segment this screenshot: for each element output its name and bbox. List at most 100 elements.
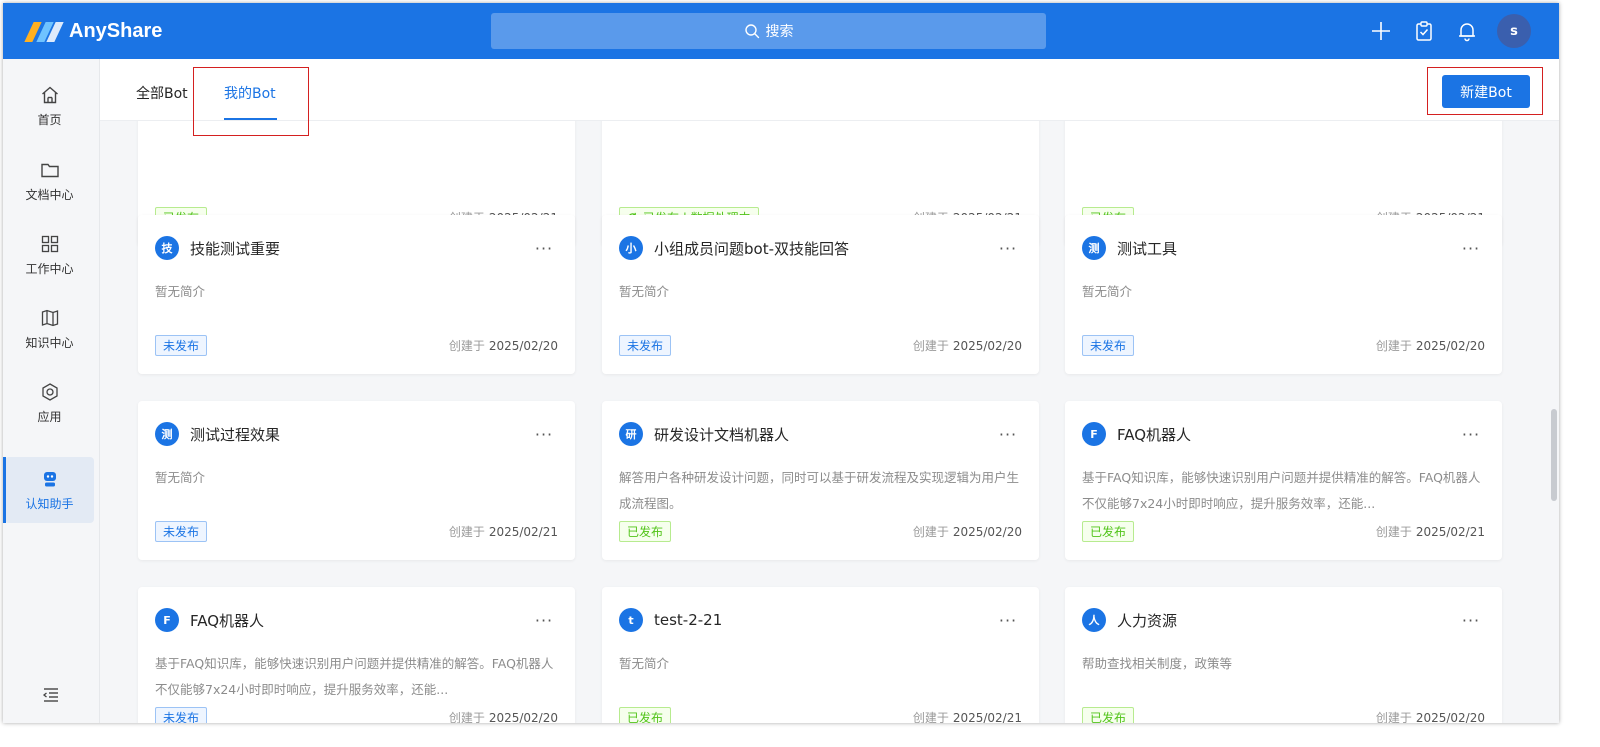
bot-title[interactable]: 研发设计文档机器人 xyxy=(654,424,789,445)
created-date-value: 2025/02/21 xyxy=(1415,524,1485,539)
created-prefix: 创建于 xyxy=(1375,524,1412,539)
search-bar[interactable]: 搜索 xyxy=(491,13,1046,49)
sidebar-item-label: 工作中心 xyxy=(25,261,74,276)
bot-title[interactable]: FAQ机器人 xyxy=(1117,424,1191,445)
created-date-value: 2025/02/20 xyxy=(952,338,1022,353)
hexagon-icon xyxy=(41,382,58,401)
robot-icon xyxy=(43,471,56,486)
bot-card-header: 技技能测试重要 ··· xyxy=(155,235,558,261)
created-date: 创建于2025/02/21 xyxy=(1376,523,1485,540)
more-options-icon[interactable]: ··· xyxy=(994,421,1022,447)
created-prefix: 创建于 xyxy=(912,338,949,353)
bell-icon[interactable] xyxy=(1451,15,1483,47)
status-label: 未发布 xyxy=(1090,338,1127,353)
bot-card[interactable]: 研研发设计文档机器人 ··· 解答用户各种研发设计问题，同时可以基于研发流程及实现逻… xyxy=(602,401,1039,560)
bot-card[interactable]: 小小组成员问题bot-双技能回答 ··· 暂无简介 未发布 创建于 2025/02/20 xyxy=(602,215,1039,374)
annotation-box-tab xyxy=(193,67,309,136)
created-prefix: 创建于 xyxy=(448,524,485,539)
status-badge: 已发布 xyxy=(619,520,672,542)
created-prefix: 创建于 xyxy=(1375,710,1412,724)
more-options-icon[interactable]: ··· xyxy=(1457,421,1485,447)
bot-description: 暂无简介 xyxy=(619,284,670,299)
map-icon xyxy=(41,309,58,326)
more-options-icon[interactable]: ··· xyxy=(1457,235,1485,261)
bot-card-header: 人人力资源 ··· xyxy=(1082,607,1485,633)
annotation-box-new-button xyxy=(1427,67,1543,115)
bot-title[interactable]: 小组成员问题bot-双技能回答 xyxy=(654,238,849,259)
bot-card-header: 小小组成员问题bot-双技能回答 ··· xyxy=(619,235,1022,261)
status-badge: 未发布 xyxy=(619,334,672,356)
more-options-icon[interactable]: ··· xyxy=(994,235,1022,261)
bot-title[interactable]: 技能测试重要 xyxy=(190,238,280,259)
plus-icon[interactable] xyxy=(1365,15,1397,47)
more-options-icon[interactable]: ··· xyxy=(530,607,558,633)
sidebar-item-label: 首页 xyxy=(37,112,62,127)
bot-description: 帮助查找相关制度，政策等 xyxy=(1082,656,1233,671)
bot-card-header: t test-2-21 ··· xyxy=(619,607,1022,633)
tab-all-bots[interactable]: 全部Bot xyxy=(136,83,188,103)
bot-avatar: 测 xyxy=(155,422,179,446)
sidebar-item-apps[interactable]: 应用 xyxy=(5,370,94,436)
sidebar-item-label: 知识中心 xyxy=(25,335,74,350)
sidebar-item-knowledge[interactable]: 知识中心 xyxy=(5,296,94,362)
clipboard-check-icon[interactable] xyxy=(1408,15,1440,47)
collapse-menu-icon[interactable] xyxy=(41,685,61,705)
created-date: 创建于 2025/02/20 xyxy=(913,337,1022,354)
created-date: 创建于2025/02/21 xyxy=(449,523,558,540)
sidebar-item-label: 认知助手 xyxy=(25,496,74,511)
bot-card-footer: 未发布 创建于 2025/02/20 xyxy=(1082,333,1485,357)
created-date: 创建于 2025/02/20 xyxy=(449,337,558,354)
header-actions: s xyxy=(1354,14,1531,48)
more-options-icon[interactable]: ··· xyxy=(530,235,558,261)
bot-card-footer: 未发布 创建于 2025/02/21 xyxy=(155,519,558,543)
user-avatar[interactable]: s xyxy=(1497,14,1531,48)
status-badge: 未发布 xyxy=(1082,334,1135,356)
created-prefix: 创建于 xyxy=(912,710,949,724)
more-options-icon[interactable]: ··· xyxy=(530,421,558,447)
sidebar-item-workcenter[interactable]: 工作中心 xyxy=(5,222,94,288)
bot-title[interactable]: test-2-21 xyxy=(654,611,722,629)
bot-card-header: 研研发设计文档机器人 ··· xyxy=(619,421,1022,447)
tab-bar: 全部Bot 我的Bot 新建Bot xyxy=(100,59,1559,136)
bot-title[interactable]: 测试工具 xyxy=(1117,238,1177,259)
bot-card-footer: 已发布 创建于 2025/02/20 xyxy=(619,519,1022,543)
main-content: 已发布创建于2025/02/21已发布 | 数据处理中创建于2025/02/21… xyxy=(100,59,1559,723)
bot-title[interactable]: 测试过程效果 xyxy=(190,424,280,445)
created-date: 创建于 2025/02/20 xyxy=(1376,709,1485,724)
bot-card[interactable]: 技技能测试重要 ··· 暂无简介 未发布 创建于 2025/02/20 xyxy=(138,215,575,374)
bot-card-grid: 已发布创建于2025/02/21已发布 | 数据处理中创建于2025/02/21… xyxy=(100,121,1559,723)
bot-card-footer: 已发布 创建于2025/02/21 xyxy=(619,705,1022,723)
bot-card[interactable]: 测测试过程效果 ··· 暂无简介 未发布 创建于 2025/02/21 xyxy=(138,401,575,560)
app-name: AnyShare xyxy=(69,19,163,42)
more-options-icon[interactable]: ··· xyxy=(994,607,1022,633)
bot-card-footer: 未发布 创建于 2025/02/20 xyxy=(155,705,558,723)
sidebar-item-assistant[interactable]: 认知助手 xyxy=(3,457,94,523)
sidebar-item-home[interactable]: 首页 xyxy=(5,73,94,139)
scrollbar[interactable] xyxy=(1551,409,1557,501)
bot-card[interactable]: t test-2-21 ··· 暂无简介 已发布 创建于 2025/02/21 xyxy=(602,587,1039,723)
created-date: 创建于 2025/02/20 xyxy=(913,523,1022,540)
bot-card-header: F FAQ机器人 ··· xyxy=(155,607,558,633)
created-prefix: 创建于 xyxy=(448,338,485,353)
bot-description: 基于FAQ知识库，能够快速识别用户问题并提供精准的解答。FAQ机器人不仅能够7x… xyxy=(155,656,554,697)
bot-card-header: 测测试工具 ··· xyxy=(1082,235,1485,261)
bot-card-footer: 已发布 创建于2025/02/21 xyxy=(1082,519,1485,543)
created-date-value: 2025/02/21 xyxy=(488,524,558,539)
bot-card[interactable]: F FAQ机器人 ··· 基于FAQ知识库，能够快速识别用户问题并提供精准的解答。FA… xyxy=(1065,401,1502,560)
bot-card[interactable]: 人人力资源 ··· 帮助查找相关制度，政策等 已发布 创建于 2025/02/20 xyxy=(1065,587,1502,723)
created-date-value: 2025/02/20 xyxy=(952,524,1022,539)
more-options-icon[interactable]: ··· xyxy=(1457,607,1485,633)
bot-title[interactable]: FAQ机器人 xyxy=(190,610,264,631)
bot-title[interactable]: 人力资源 xyxy=(1117,610,1177,631)
brand[interactable]: AnyShare xyxy=(24,17,163,45)
bot-card[interactable]: F FAQ机器人 ··· 基于FAQ知识库，能够快速识别用户问题并提供精准的解答。FA… xyxy=(138,587,575,723)
created-date: 创建于 2025/02/20 xyxy=(449,709,558,724)
anyshare-logo-icon xyxy=(24,20,64,42)
sidebar: 首页 文档中心 工作中心 知识中心 应用 认知助手 xyxy=(3,59,100,723)
bot-card-footer: 未发布 创建于 2025/02/20 xyxy=(155,333,558,357)
created-date: 创建于2025/02/21 xyxy=(913,709,1022,724)
created-date-value: 2025/02/20 xyxy=(1415,710,1485,724)
bot-card[interactable]: 测测试工具 ··· 暂无简介 未发布 创建于 2025/02/20 xyxy=(1065,215,1502,374)
sidebar-item-documents[interactable]: 文档中心 xyxy=(5,148,94,214)
status-badge: 已发布 xyxy=(1082,706,1135,723)
